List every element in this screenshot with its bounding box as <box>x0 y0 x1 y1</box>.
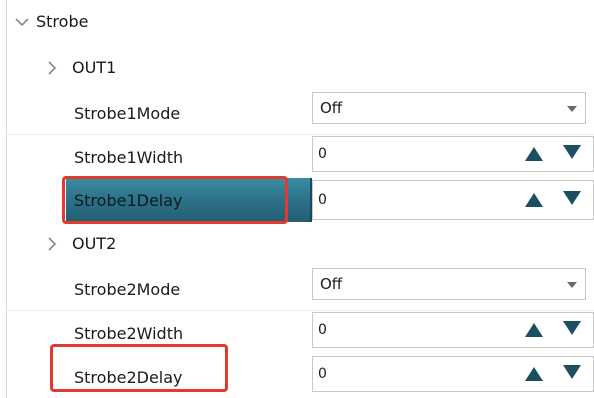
strobe2mode-select[interactable]: Off <box>312 268 586 300</box>
strobe2width-spinbox[interactable]: 0 <box>312 312 594 348</box>
spinbox-value: 0 <box>318 322 327 338</box>
property-row-strobe1width: Strobe1Width 0 <box>0 134 594 178</box>
triangle-down-icon[interactable] <box>563 145 581 159</box>
tree-node-out1[interactable]: OUT1 <box>0 46 594 90</box>
property-label: Strobe1Width <box>74 148 184 167</box>
property-label: Strobe1Mode <box>74 104 181 123</box>
chevron-right-icon[interactable] <box>44 236 60 252</box>
strobe1width-spinbox[interactable]: 0 <box>312 136 594 172</box>
chevron-right-icon[interactable] <box>44 60 60 76</box>
triangle-up-icon[interactable] <box>525 367 543 381</box>
triangle-up-icon[interactable] <box>525 323 543 337</box>
spinbox-value: 0 <box>318 366 327 382</box>
strobe1delay-spinbox[interactable]: 0 <box>312 180 594 220</box>
tree-node-label: Strobe <box>36 12 89 31</box>
property-grid: Strobe OUT1 Strobe1Mode Off Strobe1Width… <box>0 0 594 398</box>
strobe2delay-spinbox[interactable]: 0 <box>312 356 594 392</box>
select-value: Off <box>320 99 343 117</box>
property-row-strobe2mode: Strobe2Mode Off <box>0 266 594 310</box>
triangle-down-icon[interactable] <box>563 191 581 205</box>
tree-node-out2[interactable]: OUT2 <box>0 222 594 266</box>
dropdown-arrow-icon[interactable] <box>567 106 577 112</box>
tree-node-strobe[interactable]: Strobe <box>0 0 594 44</box>
spinbox-value: 0 <box>318 192 327 208</box>
spinbox-value: 0 <box>318 146 327 162</box>
property-row-strobe1mode: Strobe1Mode Off <box>0 90 594 134</box>
property-label: Strobe2Mode <box>74 280 181 299</box>
triangle-down-icon[interactable] <box>563 321 581 335</box>
tree-node-label: OUT2 <box>72 234 117 253</box>
strobe1mode-select[interactable]: Off <box>312 92 586 124</box>
annotation-highlight-strobe1delay <box>62 176 288 224</box>
triangle-up-icon[interactable] <box>525 193 543 207</box>
triangle-down-icon[interactable] <box>563 365 581 379</box>
property-label: Strobe2Width <box>74 324 184 343</box>
triangle-up-icon[interactable] <box>525 147 543 161</box>
tree-node-label: OUT1 <box>72 58 117 77</box>
select-value: Off <box>320 275 343 293</box>
chevron-down-icon[interactable] <box>14 14 30 30</box>
dropdown-arrow-icon[interactable] <box>567 282 577 288</box>
annotation-highlight-strobe2delay <box>50 344 228 392</box>
